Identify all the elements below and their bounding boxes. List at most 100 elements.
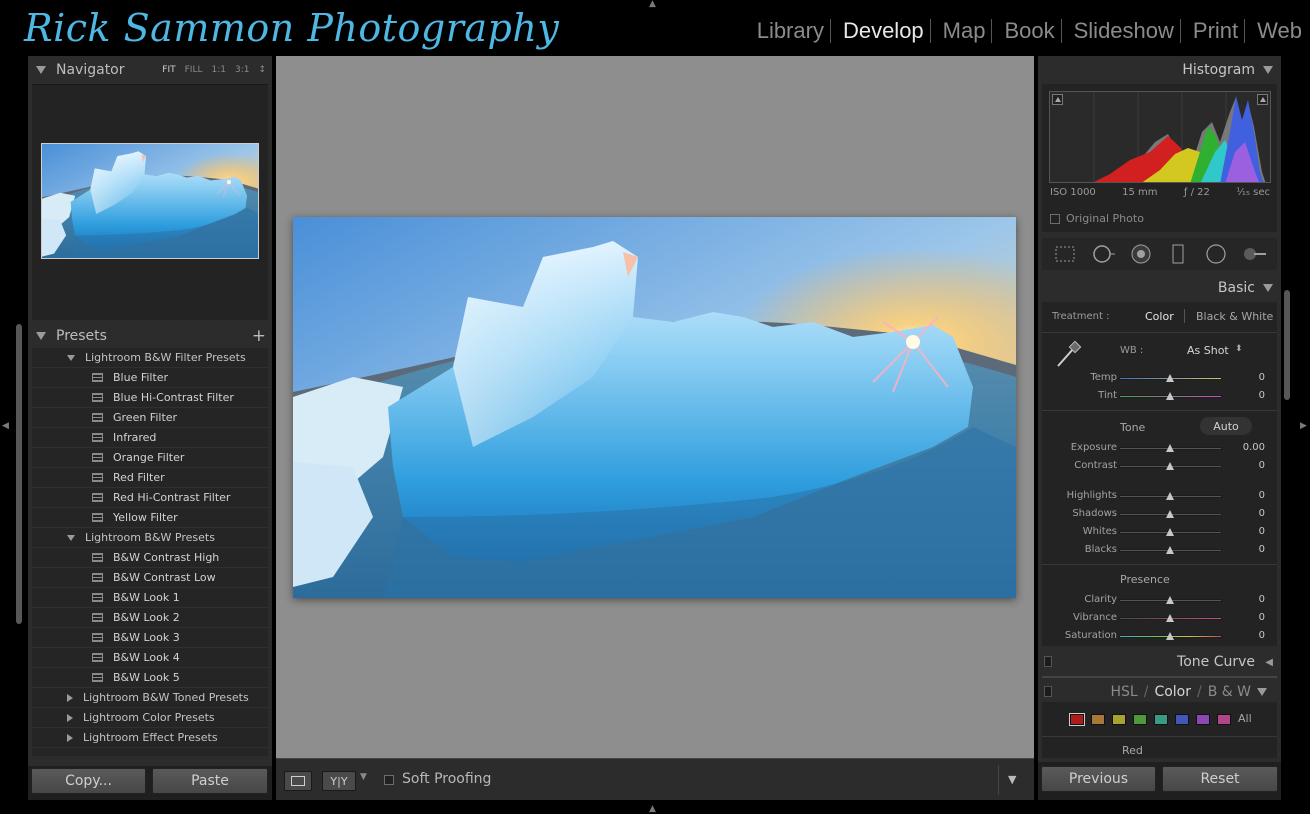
reset-button[interactable]: Reset <box>1162 766 1278 792</box>
soft-proofing-checkbox[interactable] <box>384 775 394 785</box>
panel-toggle-switch[interactable] <box>1044 686 1052 697</box>
whites-slider-knob[interactable] <box>1166 528 1174 536</box>
navigator-thumbnail[interactable] <box>41 143 259 259</box>
highlights-slider[interactable]: Highlights 0 <box>1042 487 1277 505</box>
zoom-stepper-icon[interactable]: ↕ <box>258 65 266 75</box>
module-slideshow[interactable]: Slideshow <box>1062 18 1180 44</box>
vibrance-slider-knob[interactable] <box>1166 614 1174 622</box>
preset-item[interactable]: Orange Filter <box>32 448 268 468</box>
exposure-slider[interactable]: Exposure 0.00 <box>1042 439 1277 457</box>
exposure-value[interactable]: 0.00 <box>1243 442 1265 453</box>
treatment-bw-option[interactable]: Black & White <box>1196 310 1273 323</box>
color-swatch-yellow[interactable] <box>1112 714 1126 725</box>
histogram-graph[interactable] <box>1049 91 1271 183</box>
treatment-color-option[interactable]: Color <box>1145 310 1174 323</box>
whites-value[interactable]: 0 <box>1259 526 1265 537</box>
top-panel-toggle-icon[interactable]: ▲ <box>649 0 656 9</box>
collapse-triangle-icon[interactable] <box>36 66 46 74</box>
collapse-triangle-icon[interactable] <box>1257 688 1267 696</box>
collapsed-triangle-icon[interactable] <box>67 693 73 702</box>
collapse-triangle-icon[interactable] <box>1263 66 1273 74</box>
module-map[interactable]: Map <box>931 18 992 44</box>
bottom-panel-toggle-icon[interactable]: ▲ <box>649 805 656 814</box>
wb-select[interactable]: As Shot <box>1187 344 1229 357</box>
zoom-1-1[interactable]: 1:1 <box>211 65 225 75</box>
color-swatch-purple[interactable] <box>1196 714 1210 725</box>
temp-slider[interactable]: Temp 0 <box>1042 369 1277 387</box>
blacks-slider[interactable]: Blacks 0 <box>1042 541 1277 559</box>
module-library[interactable]: Library <box>745 18 830 44</box>
shadow-clipping-toggle[interactable] <box>1052 94 1063 105</box>
whites-slider[interactable]: Whites 0 <box>1042 523 1277 541</box>
temp-slider-knob[interactable] <box>1166 374 1174 382</box>
color-swatch-green[interactable] <box>1133 714 1147 725</box>
navigator-header[interactable]: Navigator FIT FILL 1:1 3:1 ↕ <box>28 58 272 82</box>
paste-settings-button[interactable]: Paste <box>152 768 268 794</box>
zoom-fit[interactable]: FIT <box>162 65 175 75</box>
contrast-slider-knob[interactable] <box>1166 462 1174 470</box>
exposure-slider-knob[interactable] <box>1166 444 1174 452</box>
shadows-slider[interactable]: Shadows 0 <box>1042 505 1277 523</box>
preset-item[interactable]: Infrared <box>32 428 268 448</box>
shadows-value[interactable]: 0 <box>1259 508 1265 519</box>
wb-eyedropper-icon[interactable] <box>1052 339 1084 371</box>
saturation-slider[interactable]: Saturation 0 <box>1042 627 1277 645</box>
tone-curve-header[interactable]: Tone Curve ◀ <box>1042 650 1277 674</box>
image-view[interactable] <box>276 56 1034 758</box>
vibrance-value[interactable]: 0 <box>1259 612 1265 623</box>
tab-hsl[interactable]: HSL <box>1111 684 1138 700</box>
hsl-header[interactable]: HSL / Color / B & W <box>1042 680 1277 704</box>
view-options-arrow-icon[interactable]: ▼ <box>360 772 367 782</box>
adjustment-brush-tool-icon[interactable] <box>1242 242 1267 266</box>
spot-removal-tool-icon[interactable] <box>1091 242 1115 266</box>
clarity-slider-knob[interactable] <box>1166 596 1174 604</box>
before-after-view-button[interactable]: Y|Y <box>322 771 356 791</box>
tint-slider-knob[interactable] <box>1166 392 1174 400</box>
expanded-triangle-icon[interactable] <box>67 354 75 361</box>
color-swatch-aqua[interactable] <box>1154 714 1168 725</box>
wb-select-stepper-icon[interactable]: ⬍ <box>1235 344 1243 354</box>
preset-folder[interactable]: Lightroom Color Presets <box>32 708 268 728</box>
previous-settings-button[interactable]: Previous <box>1041 766 1156 792</box>
loupe-view-button[interactable] <box>284 771 312 791</box>
contrast-slider[interactable]: Contrast 0 <box>1042 457 1277 475</box>
left-panel-scrollbar[interactable] <box>14 60 24 800</box>
preset-item[interactable]: B&W Look 3 <box>32 628 268 648</box>
collapse-triangle-icon[interactable] <box>36 332 46 340</box>
preset-item[interactable]: B&W Look 1 <box>32 588 268 608</box>
graduated-filter-tool-icon[interactable] <box>1166 242 1190 266</box>
blacks-value[interactable]: 0 <box>1259 544 1265 555</box>
preset-folder[interactable]: Lightroom B&W Toned Presets <box>32 688 268 708</box>
expanded-triangle-icon[interactable] <box>67 534 75 541</box>
collapsed-triangle-icon[interactable] <box>67 733 73 742</box>
preset-item[interactable]: B&W Look 4 <box>32 648 268 668</box>
color-swatch-magenta[interactable] <box>1217 714 1231 725</box>
preset-item[interactable]: Red Filter <box>32 468 268 488</box>
preset-item[interactable]: Blue Filter <box>32 368 268 388</box>
saturation-value[interactable]: 0 <box>1259 630 1265 641</box>
tint-value[interactable]: 0 <box>1259 390 1265 401</box>
presets-header[interactable]: Presets + <box>28 324 272 348</box>
preset-item[interactable]: B&W Look 2 <box>32 608 268 628</box>
navigator-preview[interactable] <box>32 84 268 320</box>
module-web[interactable]: Web <box>1245 18 1302 44</box>
shadows-slider-knob[interactable] <box>1166 510 1174 518</box>
collapsed-triangle-icon[interactable] <box>67 713 73 722</box>
panel-toggle-switch[interactable] <box>1044 656 1052 667</box>
right-panel-toggle-icon[interactable]: ▶ <box>1300 422 1307 431</box>
color-swatch-blue[interactable] <box>1175 714 1189 725</box>
saturation-slider-knob[interactable] <box>1166 632 1174 640</box>
original-photo-toggle[interactable]: Original Photo <box>1050 212 1144 225</box>
highlights-slider-knob[interactable] <box>1166 492 1174 500</box>
color-swatch-red[interactable] <box>1069 713 1085 726</box>
basic-header[interactable]: Basic <box>1218 276 1277 300</box>
preset-folder[interactable]: Lightroom B&W Filter Presets <box>32 348 268 368</box>
color-swatch-all[interactable]: All <box>1238 712 1252 725</box>
preset-item[interactable]: Green Filter <box>32 408 268 428</box>
contrast-value[interactable]: 0 <box>1259 460 1265 471</box>
add-preset-icon[interactable]: + <box>252 326 266 346</box>
original-photo-checkbox[interactable] <box>1050 213 1060 224</box>
preset-item[interactable]: B&W Look 5 <box>32 668 268 688</box>
radial-filter-tool-icon[interactable] <box>1204 242 1228 266</box>
highlights-value[interactable]: 0 <box>1259 490 1265 501</box>
